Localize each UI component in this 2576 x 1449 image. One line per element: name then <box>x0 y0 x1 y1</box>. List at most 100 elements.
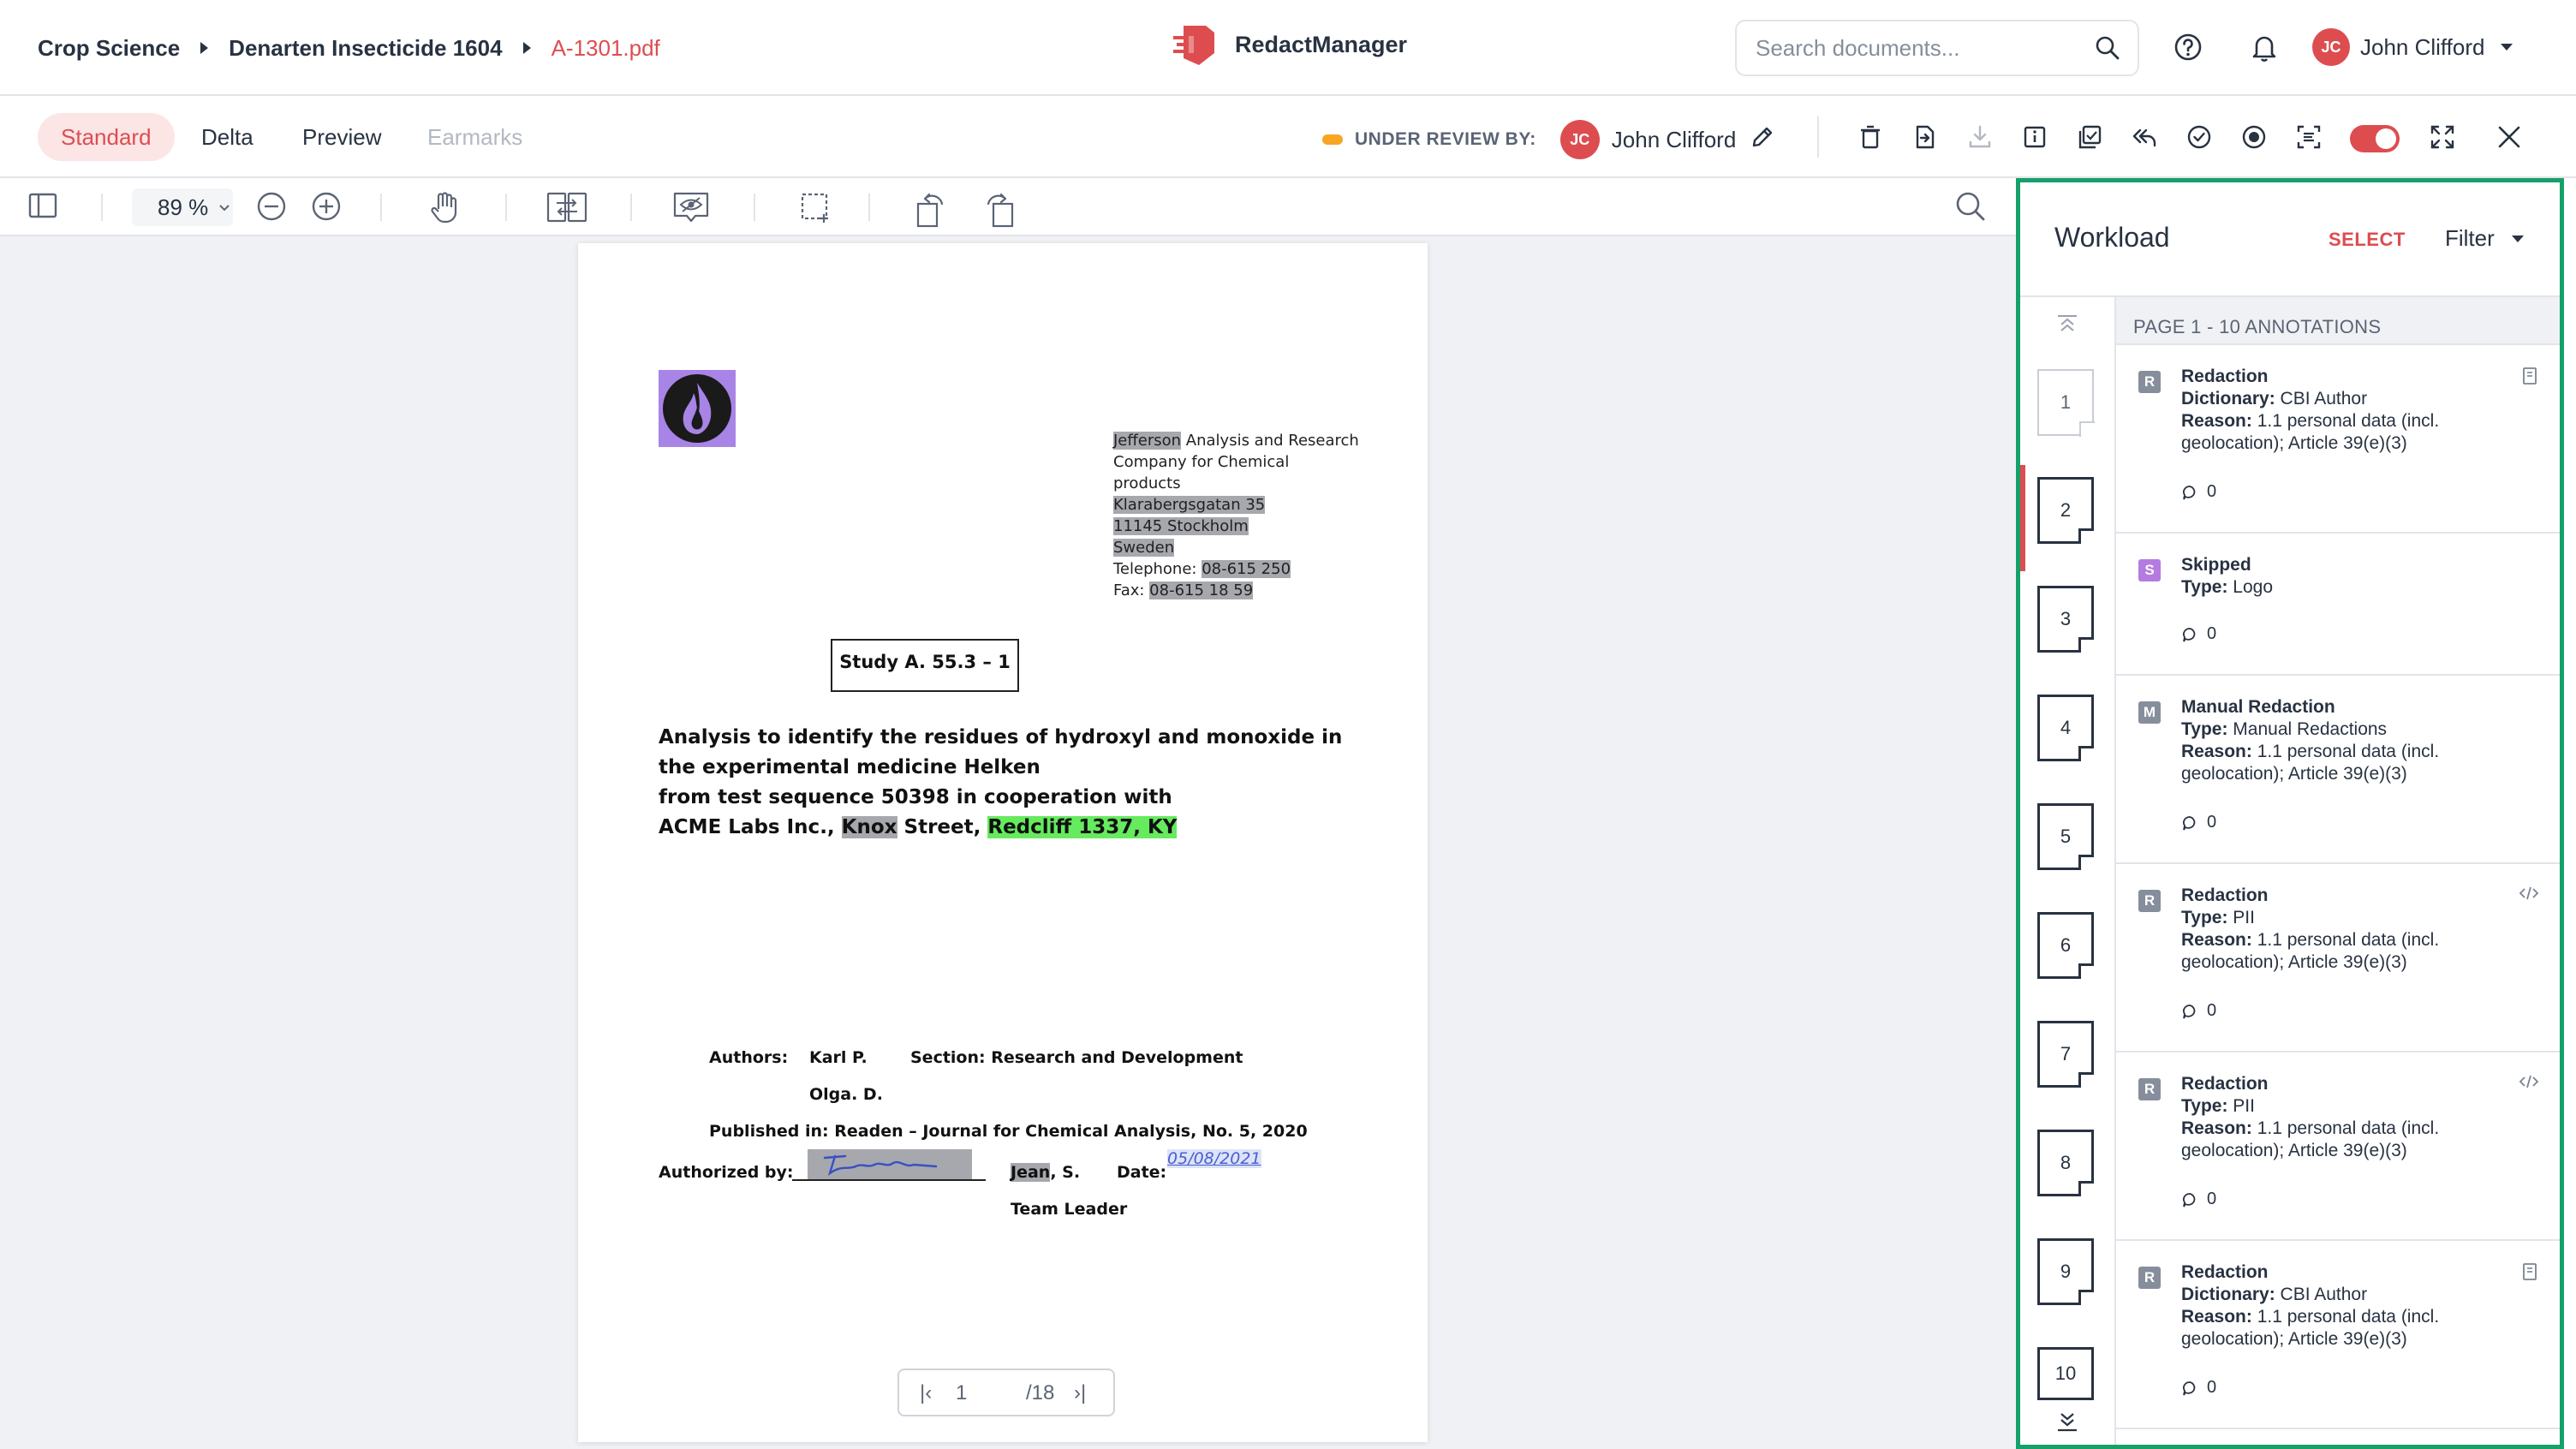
redacted-city[interactable]: 11145 Stockholm <box>1113 517 1249 535</box>
first-page-icon[interactable]: |‹ <box>920 1381 932 1405</box>
last-page-icon[interactable]: ›| <box>1074 1381 1086 1405</box>
address-line: Analysis and Research <box>1181 432 1359 450</box>
code-rule-icon[interactable] <box>2519 1073 2539 1090</box>
page-thumbnail[interactable]: 7 <box>2037 1021 2094 1088</box>
export-file-icon[interactable] <box>1911 123 1939 151</box>
search-input[interactable] <box>1756 21 2081 75</box>
page-thumbnail[interactable]: 8 <box>2037 1130 2094 1196</box>
redacted-street[interactable]: Klarabergsgatan 35 <box>1113 496 1266 514</box>
redacted-signature[interactable] <box>808 1149 972 1180</box>
comment-count-value: 0 <box>2207 813 2217 832</box>
approve-check-circle-icon[interactable] <box>2185 123 2213 151</box>
rotate-right-icon[interactable] <box>983 190 1017 228</box>
workload-panel: Workload SELECT Filter 1 2 3 4 5 6 7 8 9… <box>2016 178 2564 1449</box>
workload-title: Workload <box>2054 222 2170 253</box>
dictionary-book-icon[interactable] <box>2520 1261 2539 1282</box>
annotation-item[interactable]: R Redaction Type: PII Reason: 1.1 person… <box>2116 864 2560 1052</box>
page-thumbnail[interactable]: 9 <box>2037 1238 2094 1305</box>
page-thumbnail[interactable]: 5 <box>2037 803 2094 870</box>
ocr-scan-icon[interactable] <box>2295 123 2323 151</box>
comment-bubble-icon <box>2183 815 2196 830</box>
annotation-value: PII <box>2227 1096 2255 1116</box>
user-menu[interactable]: JC John Clifford <box>2312 28 2513 66</box>
user-name: John Clifford <box>2360 33 2485 60</box>
compare-pages-icon[interactable] <box>546 190 587 224</box>
comment-count[interactable]: 0 <box>2181 482 2216 502</box>
comment-count[interactable]: 0 <box>2181 1001 2216 1021</box>
pdf-toolbar: 89 % <box>0 178 2016 236</box>
rotate-left-icon[interactable] <box>913 190 947 228</box>
page-number: 1 <box>2060 391 2072 413</box>
notifications-bell-icon[interactable] <box>2250 33 2279 62</box>
annotation-item[interactable]: S Skipped Type: Logo 0 <box>2116 534 2560 676</box>
annotation-item[interactable]: R Redaction Dictionary: CBI Author Reaso… <box>2116 1241 2560 1429</box>
delete-icon[interactable] <box>1857 123 1884 151</box>
redacted-street-name[interactable]: Knox <box>841 816 897 838</box>
zoom-select[interactable]: 89 % <box>132 188 233 226</box>
breadcrumb-item-dossier[interactable]: Denarten Insecticide 1604 <box>229 35 502 62</box>
redacted-telephone[interactable]: 08-615 250 <box>1202 560 1291 578</box>
annotation-key: Reason: <box>2181 1307 2252 1327</box>
reply-all-undo-icon[interactable] <box>2131 123 2158 151</box>
page-thumbnail[interactable]: 6 <box>2037 912 2094 979</box>
fullscreen-expand-icon[interactable] <box>2429 123 2456 151</box>
tab-standard[interactable]: Standard <box>38 113 175 161</box>
zoom-level: 89 % <box>158 194 209 220</box>
scroll-to-bottom-icon[interactable] <box>2054 1409 2080 1434</box>
current-page-input[interactable]: 1 <box>956 1381 967 1405</box>
tab-delta[interactable]: Delta <box>178 113 277 161</box>
toggle-redaction-preview-icon[interactable] <box>671 190 711 224</box>
document-info-icon[interactable] <box>2021 123 2048 151</box>
top-header: Crop Science Denarten Insecticide 1604 A… <box>0 0 2576 96</box>
page-thumbnail[interactable]: 2 <box>2037 477 2094 544</box>
title-line: from test sequence 50398 in cooperation … <box>659 786 1172 808</box>
comment-count[interactable]: 0 <box>2181 1378 2216 1398</box>
edit-reviewer-pencil-icon[interactable] <box>1749 123 1776 151</box>
page-number: 3 <box>2060 608 2072 629</box>
annotation-item[interactable]: M Manual Redaction Type: Manual Redactio… <box>2116 676 2560 864</box>
close-icon[interactable] <box>2496 123 2523 151</box>
filter-dropdown[interactable]: Filter <box>2445 225 2524 252</box>
comment-count[interactable]: 0 <box>2181 1190 2216 1209</box>
help-icon[interactable] <box>2174 33 2203 62</box>
page-thumbnail[interactable]: 1 <box>2037 369 2095 437</box>
annotation-type-badge: R <box>2138 890 2161 912</box>
handwritten-date[interactable]: 05/08/2021 <box>1167 1149 1261 1168</box>
redacted-company-name[interactable]: Jefferson <box>1113 432 1182 450</box>
redacted-country[interactable]: Sweden <box>1113 539 1175 557</box>
toggle-sidebar-panel-icon[interactable] <box>27 190 58 221</box>
author-1: Karl P. <box>809 1048 868 1067</box>
toolbar-divider <box>380 194 382 221</box>
fax-label: Fax: <box>1113 581 1150 599</box>
page-thumbnail[interactable]: 4 <box>2037 695 2094 761</box>
redaction-view-toggle[interactable] <box>2350 125 2400 152</box>
scroll-to-top-icon[interactable] <box>2054 313 2080 335</box>
code-rule-icon[interactable] <box>2519 885 2539 902</box>
select-button[interactable]: SELECT <box>2329 229 2406 251</box>
tab-preview[interactable]: Preview <box>279 113 404 161</box>
redacted-authorizer-name[interactable]: Jean <box>1011 1163 1051 1182</box>
pan-hand-icon[interactable] <box>428 190 461 224</box>
redacted-fax[interactable]: 08-615 18 59 <box>1149 581 1254 599</box>
compare-documents-icon[interactable] <box>2076 123 2103 151</box>
comment-count[interactable]: 0 <box>2181 813 2216 832</box>
annotation-item[interactable]: R Redaction Dictionary: CBI Author Reaso… <box>2116 345 2560 534</box>
record-circle-icon[interactable] <box>2240 123 2268 151</box>
comment-count[interactable]: 0 <box>2181 624 2216 644</box>
search-in-document-icon[interactable] <box>1954 190 1987 223</box>
toolbar-divider <box>101 194 103 221</box>
breadcrumb-item-crop-science[interactable]: Crop Science <box>38 35 180 62</box>
flame-logo-image[interactable] <box>659 370 736 447</box>
rectangle-selection-icon[interactable] <box>798 190 832 224</box>
annotation-title: Skipped <box>2181 555 2251 575</box>
annotation-item[interactable]: R Redaction Type: PII Reason: 1.1 person… <box>2116 1052 2560 1241</box>
search-icon[interactable] <box>2095 35 2120 61</box>
page-thumbnail[interactable]: 10 <box>2037 1347 2094 1400</box>
page-thumbnail[interactable]: 3 <box>2037 586 2094 653</box>
zoom-out-icon[interactable] <box>255 190 288 223</box>
highlighted-city[interactable]: Redcliff 1337, KY <box>987 816 1178 838</box>
reviewer-avatar: JC <box>1559 120 1600 159</box>
published-in: Published in: Readen – Journal for Chemi… <box>709 1122 1308 1141</box>
zoom-in-icon[interactable] <box>310 190 343 223</box>
dictionary-book-icon[interactable] <box>2520 366 2539 386</box>
